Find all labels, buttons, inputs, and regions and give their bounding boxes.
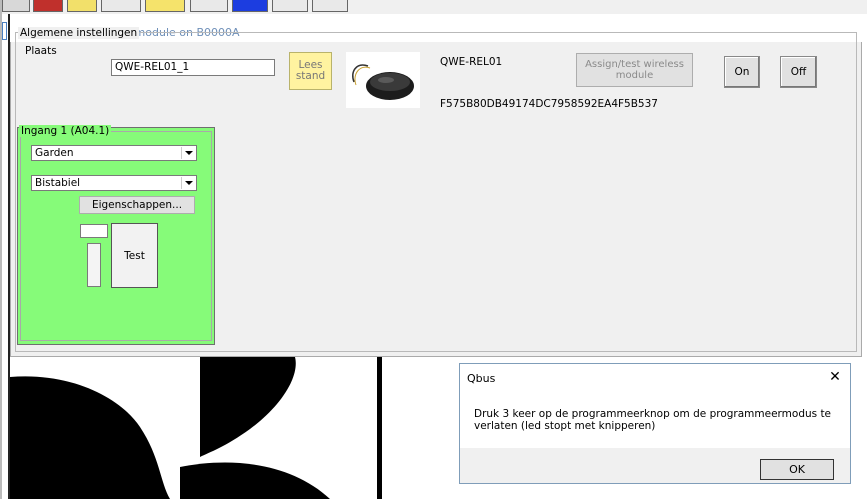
ok-button[interactable]: OK — [760, 459, 834, 480]
properties-button[interactable]: Eigenschappen... — [79, 196, 195, 214]
left-marker — [2, 22, 7, 40]
chevron-down-icon — [181, 177, 195, 189]
location-input[interactable]: QWE-REL01_1 — [111, 59, 275, 76]
toolbar-button[interactable] — [101, 0, 141, 12]
level-bar — [87, 243, 101, 287]
toolbar-button[interactable] — [33, 0, 63, 12]
room-select-value: Garden — [35, 147, 74, 159]
mode-select[interactable]: Bistabiel — [31, 175, 197, 191]
toolbar-button[interactable] — [272, 0, 308, 12]
mode-select-value: Bistabiel — [35, 177, 81, 189]
top-toolbar — [0, 0, 867, 14]
toolbar-button[interactable] — [190, 0, 228, 12]
value-box — [80, 224, 108, 238]
input-1-label: Ingang 1 (A04.1) — [19, 125, 112, 137]
left-edge — [0, 0, 2, 499]
test-button[interactable]: Test — [111, 223, 158, 288]
relay-module-icon — [352, 64, 414, 100]
on-button[interactable]: On — [724, 56, 760, 88]
dialog-title: Qbus — [467, 372, 496, 385]
chevron-down-icon — [181, 147, 195, 159]
toolbar-button[interactable] — [145, 0, 185, 12]
location-label: Plaats — [25, 45, 57, 57]
module-name: QWE-REL01 — [440, 56, 503, 68]
module-image — [346, 52, 420, 108]
read-status-button[interactable]: Lees stand — [289, 52, 332, 90]
toolbar-button[interactable] — [232, 0, 268, 12]
off-button[interactable]: Off — [780, 56, 817, 88]
room-select[interactable]: Garden — [31, 145, 197, 161]
module-id: F575B80DB49174DC7958592EA4F5B537 — [440, 98, 658, 110]
close-icon[interactable]: ✕ — [824, 369, 846, 387]
general-group-label: Algemene instellingen — [18, 27, 140, 39]
toolbar-button[interactable] — [312, 0, 348, 12]
assign-test-button[interactable]: Assign/test wireless module — [576, 53, 693, 87]
toolbar-button[interactable] — [2, 0, 30, 12]
toolbar-button[interactable] — [67, 0, 97, 12]
dialog-message: Druk 3 keer op de programmeerknop om de … — [474, 408, 832, 432]
